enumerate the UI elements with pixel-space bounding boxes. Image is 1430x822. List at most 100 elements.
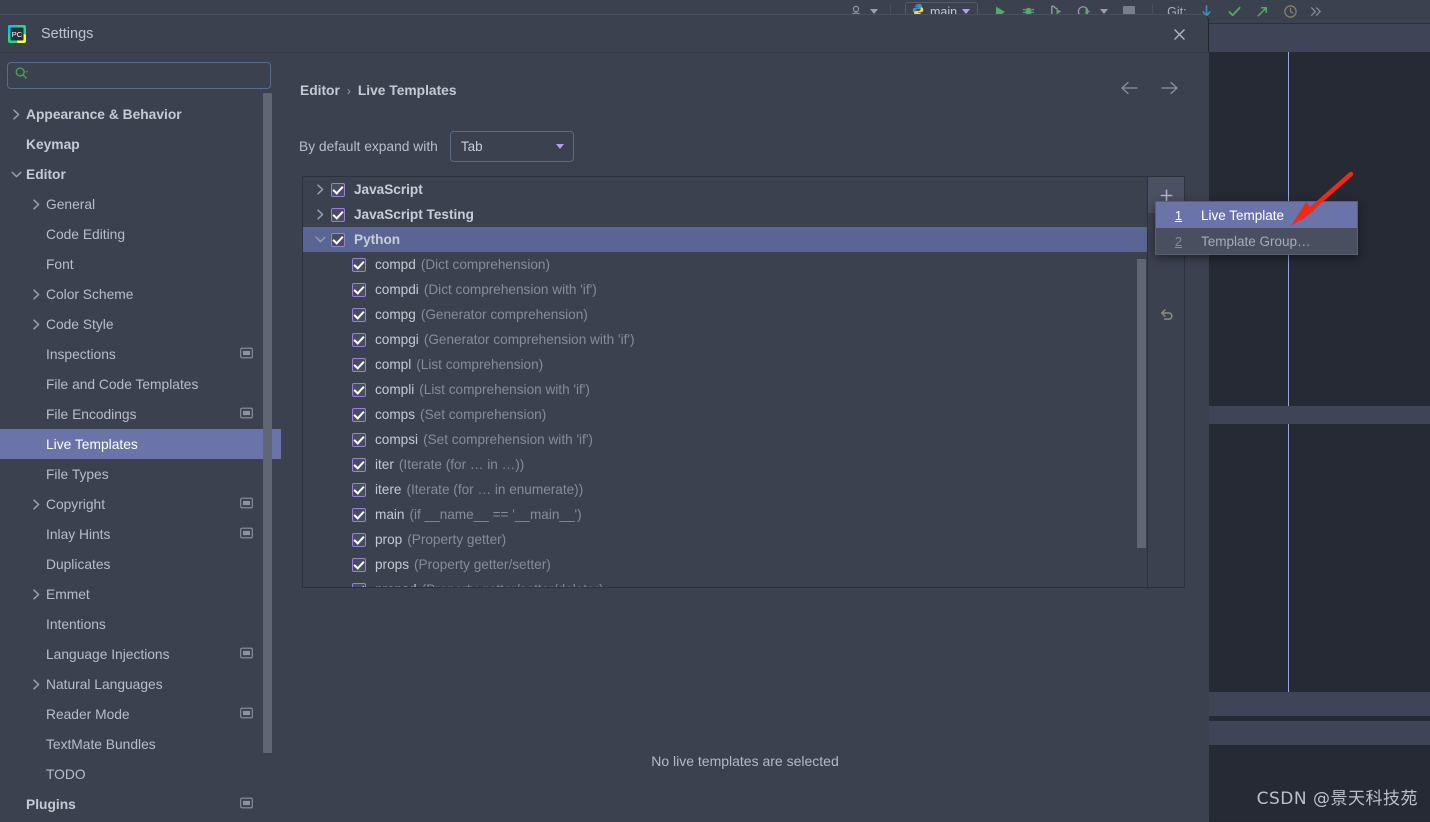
sidebar-item-keymap[interactable]: Keymap bbox=[0, 129, 281, 159]
popup-item-label: Template Group… bbox=[1201, 234, 1311, 249]
sidebar-item-inlay-hints[interactable]: Inlay Hints bbox=[0, 519, 281, 549]
arrow-left-icon[interactable] bbox=[1120, 81, 1139, 100]
sidebar-item-inspections[interactable]: Inspections bbox=[0, 339, 281, 369]
git-commit-icon[interactable] bbox=[1221, 1, 1249, 23]
template-enabled-checkbox[interactable] bbox=[331, 233, 345, 247]
git-history-icon[interactable] bbox=[1277, 1, 1305, 23]
template-enabled-checkbox[interactable] bbox=[352, 533, 366, 547]
template-row[interactable]: propsd(Property getter/setter/deleter) bbox=[303, 577, 1148, 588]
template-enabled-checkbox[interactable] bbox=[352, 508, 366, 522]
template-enabled-checkbox[interactable] bbox=[352, 358, 366, 372]
template-name: compgi bbox=[375, 332, 419, 347]
sidebar-item-file-and-code-templates[interactable]: File and Code Templates bbox=[0, 369, 281, 399]
breadcrumb-parent[interactable]: Editor bbox=[300, 83, 340, 98]
template-enabled-checkbox[interactable] bbox=[352, 583, 366, 589]
add-template-popup-menu[interactable]: 1Live Template2Template Group… bbox=[1155, 201, 1358, 255]
revert-button[interactable] bbox=[1148, 295, 1185, 331]
expand-with-select[interactable]: Tab bbox=[450, 131, 574, 162]
search-box[interactable] bbox=[7, 62, 271, 89]
chevron-right-icon[interactable] bbox=[28, 499, 44, 510]
template-group-row[interactable]: Python bbox=[303, 227, 1148, 252]
template-enabled-checkbox[interactable] bbox=[331, 183, 345, 197]
template-enabled-checkbox[interactable] bbox=[352, 558, 366, 572]
template-enabled-checkbox[interactable] bbox=[352, 408, 366, 422]
chevron-right-icon[interactable] bbox=[28, 199, 44, 210]
popup-item-label: Live Template bbox=[1201, 208, 1284, 223]
sidebar-item-file-types[interactable]: File Types bbox=[0, 459, 281, 489]
template-group-row[interactable]: JavaScript Testing bbox=[303, 202, 1148, 227]
template-enabled-checkbox[interactable] bbox=[352, 483, 366, 497]
live-templates-tree-box[interactable]: JavaScriptJavaScript TestingPythoncompd(… bbox=[302, 176, 1185, 588]
sidebar-item-copyright[interactable]: Copyright bbox=[0, 489, 281, 519]
popup-menu-item-live-template[interactable]: 1Live Template bbox=[1156, 202, 1357, 228]
template-description: (Property getter/setter) bbox=[414, 557, 551, 572]
chevron-right-icon[interactable] bbox=[28, 679, 44, 690]
template-enabled-checkbox[interactable] bbox=[331, 208, 345, 222]
template-enabled-checkbox[interactable] bbox=[352, 458, 366, 472]
template-row[interactable]: compli(List comprehension with 'if') bbox=[303, 377, 1148, 402]
sidebar-item-label: Intentions bbox=[46, 617, 106, 632]
sidebar-scrollbar-thumb[interactable] bbox=[263, 93, 272, 753]
sidebar-item-color-scheme[interactable]: Color Scheme bbox=[0, 279, 281, 309]
more-toolbar-icon[interactable] bbox=[1305, 1, 1325, 23]
template-enabled-checkbox[interactable] bbox=[352, 333, 366, 347]
chevron-down-icon[interactable] bbox=[8, 170, 24, 179]
template-row[interactable]: itere(Iterate (for … in enumerate)) bbox=[303, 477, 1148, 502]
editor-area[interactable] bbox=[1209, 24, 1430, 821]
sidebar-item-reader-mode[interactable]: Reader Mode bbox=[0, 699, 281, 729]
sidebar-item-plugins[interactable]: Plugins bbox=[0, 789, 281, 819]
template-row[interactable]: prop(Property getter) bbox=[303, 527, 1148, 552]
popup-menu-item-template-group[interactable]: 2Template Group… bbox=[1156, 228, 1357, 254]
template-enabled-checkbox[interactable] bbox=[352, 258, 366, 272]
template-row[interactable]: compsi(Set comprehension with 'if') bbox=[303, 427, 1148, 452]
sidebar-item-code-editing[interactable]: Code Editing bbox=[0, 219, 281, 249]
close-icon[interactable] bbox=[1169, 24, 1189, 44]
sidebar-item-code-style[interactable]: Code Style bbox=[0, 309, 281, 339]
sidebar-item-label: Color Scheme bbox=[46, 287, 133, 302]
sidebar-item-font[interactable]: Font bbox=[0, 249, 281, 279]
sidebar-item-todo[interactable]: TODO bbox=[0, 759, 281, 789]
sidebar-item-natural-languages[interactable]: Natural Languages bbox=[0, 669, 281, 699]
search-icon bbox=[14, 66, 29, 86]
arrow-right-icon[interactable] bbox=[1160, 81, 1179, 100]
template-enabled-checkbox[interactable] bbox=[352, 433, 366, 447]
sidebar-item-live-templates[interactable]: Live Templates bbox=[0, 429, 281, 459]
template-row[interactable]: iter(Iterate (for … in …)) bbox=[303, 452, 1148, 477]
template-row[interactable]: main(if __name__ == '__main__') bbox=[303, 502, 1148, 527]
sidebar-item-emmet[interactable]: Emmet bbox=[0, 579, 281, 609]
template-enabled-checkbox[interactable] bbox=[352, 283, 366, 297]
dialog-title: Settings bbox=[41, 26, 93, 42]
templates-scrollbar-thumb[interactable] bbox=[1137, 259, 1146, 548]
chevron-right-icon[interactable] bbox=[28, 589, 44, 600]
template-row[interactable]: compd(Dict comprehension) bbox=[303, 252, 1148, 277]
sidebar-item-duplicates[interactable]: Duplicates bbox=[0, 549, 281, 579]
template-row[interactable]: props(Property getter/setter) bbox=[303, 552, 1148, 577]
sidebar-item-intentions[interactable]: Intentions bbox=[0, 609, 281, 639]
sidebar-item-file-encodings[interactable]: File Encodings bbox=[0, 399, 281, 429]
sidebar-tree[interactable]: Appearance & BehaviorKeymapEditorGeneral… bbox=[0, 99, 281, 819]
sidebar-item-language-injections[interactable]: Language Injections bbox=[0, 639, 281, 669]
settings-sidebar[interactable]: Appearance & BehaviorKeymapEditorGeneral… bbox=[0, 53, 281, 822]
chevron-right-icon[interactable] bbox=[310, 184, 331, 195]
template-group-row[interactable]: JavaScript bbox=[303, 177, 1148, 202]
template-row[interactable]: compl(List comprehension) bbox=[303, 352, 1148, 377]
chevron-down-icon[interactable] bbox=[310, 235, 331, 244]
chevron-right-icon[interactable] bbox=[28, 289, 44, 300]
live-templates-tree[interactable]: JavaScriptJavaScript TestingPythoncompd(… bbox=[303, 177, 1148, 588]
template-row[interactable]: compdi(Dict comprehension with 'if') bbox=[303, 277, 1148, 302]
sidebar-item-textmate-bundles[interactable]: TextMate Bundles bbox=[0, 729, 281, 759]
sidebar-item-appearance-behavior[interactable]: Appearance & Behavior bbox=[0, 99, 281, 129]
template-row[interactable]: comps(Set comprehension) bbox=[303, 402, 1148, 427]
template-row[interactable]: compg(Generator comprehension) bbox=[303, 302, 1148, 327]
pycharm-logo-icon: PC bbox=[7, 24, 27, 44]
search-input[interactable] bbox=[33, 67, 264, 84]
sidebar-item-general[interactable]: General bbox=[0, 189, 281, 219]
chevron-right-icon[interactable] bbox=[310, 209, 331, 220]
git-push-icon[interactable] bbox=[1249, 1, 1277, 23]
template-enabled-checkbox[interactable] bbox=[352, 383, 366, 397]
template-row[interactable]: compgi(Generator comprehension with 'if'… bbox=[303, 327, 1148, 352]
sidebar-item-editor[interactable]: Editor bbox=[0, 159, 281, 189]
chevron-right-icon[interactable] bbox=[8, 109, 24, 120]
template-enabled-checkbox[interactable] bbox=[352, 308, 366, 322]
chevron-right-icon[interactable] bbox=[28, 319, 44, 330]
